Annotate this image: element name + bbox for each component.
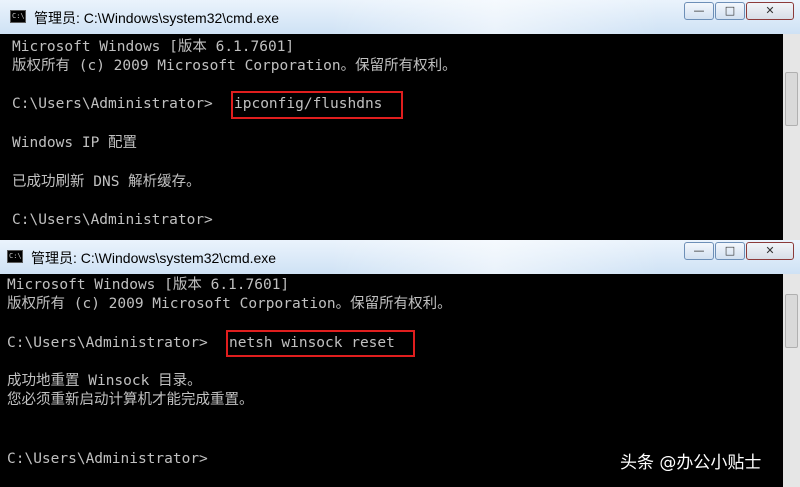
vertical-scrollbar[interactable]: [783, 274, 800, 487]
console-line: Windows IP 配置: [12, 135, 138, 151]
command-highlight-box: [226, 330, 415, 357]
window-title: 管理员: C:\Windows\system32\cmd.exe: [34, 10, 280, 26]
close-button[interactable]: ✕: [746, 242, 794, 260]
maximize-icon: □: [724, 244, 736, 257]
console-line: 您必须重新启动计算机才能完成重置。: [7, 392, 254, 408]
maximize-button[interactable]: □: [715, 242, 745, 260]
console-line: 版权所有 (c) 2009 Microsoft Corporation。保留所有…: [7, 296, 452, 312]
title-bar[interactable]: C:\ 管理员: C:\Windows\system32\cmd.exe — □…: [0, 0, 800, 34]
maximize-icon: □: [724, 4, 736, 17]
title-glare: [330, 0, 660, 34]
cmd-icon[interactable]: C:\: [10, 10, 26, 23]
console-prompt: C:\Users\Administrator>: [7, 335, 208, 351]
cmd-window-1: C:\ 管理员: C:\Windows\system32\cmd.exe — □…: [0, 0, 800, 240]
cmd-icon[interactable]: C:\: [7, 250, 23, 263]
watermark-text: 头条 @办公小贴士: [620, 453, 762, 473]
console-line: 已成功刷新 DNS 解析缓存。: [12, 174, 201, 190]
minimize-button[interactable]: —: [684, 2, 714, 20]
console-line: Microsoft Windows [版本 6.1.7601]: [12, 39, 295, 55]
console-line: Microsoft Windows [版本 6.1.7601]: [7, 277, 290, 293]
close-icon: ✕: [765, 244, 775, 257]
cmd-icon-text: C:\: [9, 252, 22, 260]
scrollbar-thumb[interactable]: [785, 72, 798, 126]
command-highlight-box: [231, 91, 403, 119]
console-prompt: C:\Users\Administrator>: [12, 212, 213, 228]
console-line: 成功地重置 Winsock 目录。: [7, 373, 202, 389]
close-button[interactable]: ✕: [746, 2, 794, 20]
minimize-icon: —: [693, 244, 705, 257]
title-glare: [330, 240, 660, 274]
maximize-button[interactable]: □: [715, 2, 745, 20]
vertical-scrollbar[interactable]: [783, 34, 800, 240]
console-prompt: C:\Users\Administrator>: [12, 96, 213, 112]
cmd-icon-text: C:\: [12, 12, 25, 20]
minimize-button[interactable]: —: [684, 242, 714, 260]
console-prompt: C:\Users\Administrator>: [7, 451, 208, 467]
scrollbar-thumb[interactable]: [785, 294, 798, 348]
window-title: 管理员: C:\Windows\system32\cmd.exe: [31, 250, 277, 266]
console-line: 版权所有 (c) 2009 Microsoft Corporation。保留所有…: [12, 58, 457, 74]
title-bar[interactable]: C:\ 管理员: C:\Windows\system32\cmd.exe — □…: [0, 240, 800, 274]
console-output[interactable]: Microsoft Windows [版本 6.1.7601] 版权所有 (c)…: [0, 34, 783, 240]
minimize-icon: —: [693, 4, 705, 17]
close-icon: ✕: [765, 4, 775, 17]
